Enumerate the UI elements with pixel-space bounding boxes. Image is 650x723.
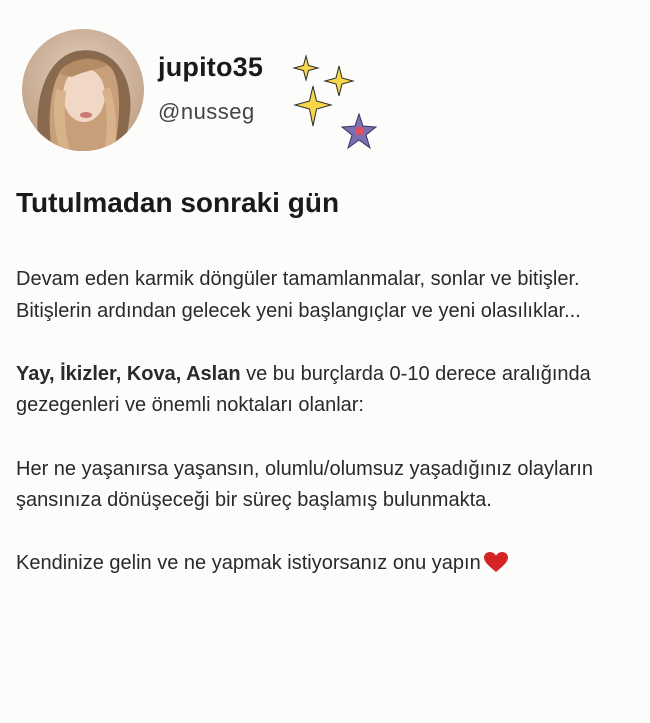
paragraph-text: Bitişlerin ardından gelecek yeni başlang… bbox=[16, 299, 581, 322]
user-handle: @nusseg bbox=[158, 99, 255, 124]
paragraph-text: Kendinize gelin ve ne yapmak istiyorsanı… bbox=[16, 548, 634, 580]
avatar[interactable] bbox=[22, 29, 144, 151]
purple-star-icon bbox=[340, 112, 378, 150]
post-title: Tutulmadan sonraki gün bbox=[16, 187, 340, 218]
sparkle-icon bbox=[323, 65, 355, 97]
sparkle-icon bbox=[293, 85, 333, 127]
avatar-photo bbox=[37, 50, 131, 151]
paragraph-text: Her ne yaşanırsa yaşansın, olumlu/olumsu… bbox=[16, 457, 593, 512]
sparkles-decoration bbox=[292, 54, 378, 150]
closing-text: Kendinize gelin ve ne yapmak istiyorsanı… bbox=[16, 552, 481, 575]
paragraph-text: Yay, İkizler, Kova, Aslan ve bu burçlard… bbox=[16, 359, 634, 422]
heart-icon bbox=[483, 552, 508, 573]
display-name: jupito35 bbox=[158, 52, 264, 82]
paragraph-text: Devam eden karmik döngüler tamamlanmalar… bbox=[16, 268, 580, 290]
zodiac-signs-bold: Yay, İkizler, Kova, Aslan bbox=[16, 362, 241, 385]
post-body: Devam eden karmik döngüler tamamlanmalar… bbox=[16, 264, 634, 580]
sparkle-icon bbox=[292, 54, 320, 82]
